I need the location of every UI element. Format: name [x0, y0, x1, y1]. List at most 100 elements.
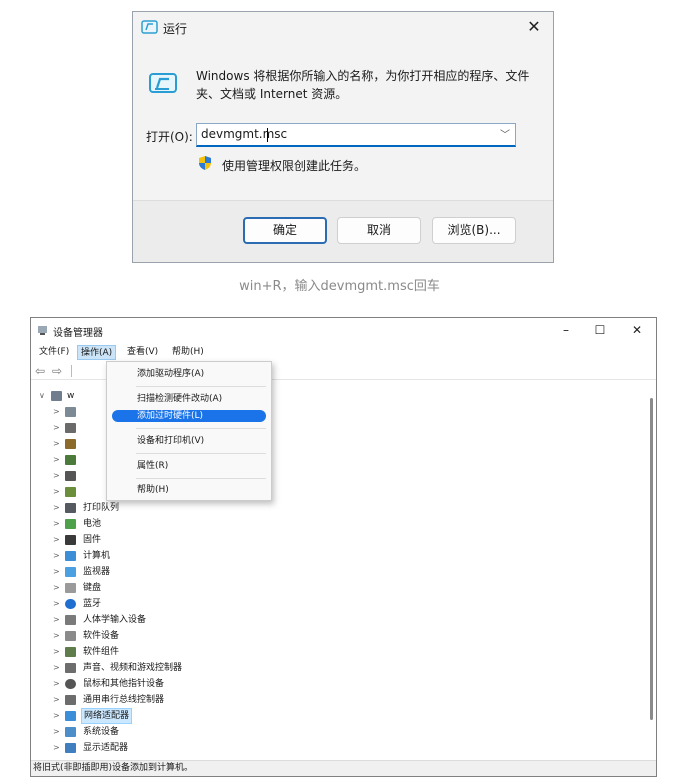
chevron-down-icon[interactable]: ∨ [39, 388, 45, 404]
chevron-right-icon[interactable]: > [53, 740, 60, 756]
maximize-icon[interactable]: ☐ [583, 320, 617, 340]
device-icon [65, 407, 76, 417]
tree-item-label: 蓝牙 [83, 599, 102, 609]
tree-item[interactable]: > 打印队列 [31, 500, 331, 516]
hid-icon [65, 615, 76, 625]
chevron-right-icon[interactable]: > [53, 612, 60, 628]
admin-note: 使用管理权限创建此任务。 [222, 159, 367, 173]
back-arrow-icon[interactable]: ⇦ [35, 364, 45, 378]
chevron-right-icon[interactable]: > [53, 580, 60, 596]
menu-separator [136, 453, 266, 454]
speaker-icon [65, 663, 76, 673]
menu-item-scan-hardware[interactable]: 扫描检测硬件改动(A) [112, 393, 266, 405]
tree-item-label: 计算机 [83, 551, 111, 561]
tree-item[interactable]: > 电池 [31, 516, 331, 532]
chevron-right-icon[interactable]: > [53, 708, 60, 724]
chevron-right-icon[interactable]: > [53, 724, 60, 740]
chevron-down-icon[interactable]: ﹀ [500, 126, 510, 141]
dm-title: 设备管理器 [53, 328, 103, 339]
run-title: 运行 [163, 22, 188, 36]
chevron-right-icon[interactable]: > [53, 468, 60, 484]
chevron-right-icon[interactable]: > [53, 644, 60, 660]
chevron-right-icon[interactable]: > [53, 452, 60, 468]
menu-action[interactable]: 操作(A) [77, 345, 117, 360]
minimize-icon[interactable]: – [549, 320, 583, 340]
forward-arrow-icon[interactable]: ⇨ [52, 364, 62, 378]
tree-item[interactable]: > 网络适配器 [31, 708, 331, 724]
menu-item-add-driver[interactable]: 添加驱动程序(A) [112, 368, 266, 380]
tree-root-label: w [67, 391, 75, 401]
computer-icon [51, 391, 62, 401]
chevron-right-icon[interactable]: > [53, 404, 60, 420]
device-icon [65, 423, 76, 433]
tree-item[interactable]: > 固件 [31, 532, 331, 548]
tree-item-label: 监视器 [83, 567, 111, 577]
menu-separator [136, 478, 266, 479]
close-icon[interactable]: ✕ [620, 320, 654, 340]
menu-separator [136, 428, 266, 429]
menu-help[interactable]: 帮助(H) [169, 345, 207, 360]
chevron-right-icon[interactable]: > [53, 692, 60, 708]
tree-item-label: 打印队列 [83, 503, 120, 513]
chevron-right-icon[interactable]: > [53, 420, 60, 436]
tree-item[interactable]: > 显示适配器 [31, 740, 331, 756]
chevron-right-icon[interactable]: > [53, 596, 60, 612]
ok-button[interactable]: 确定 [243, 217, 327, 244]
mouse-icon [65, 679, 76, 689]
chevron-right-icon[interactable]: > [53, 516, 60, 532]
menu-item-devices-printers[interactable]: 设备和打印机(V) [112, 435, 266, 447]
tree-item[interactable]: > 键盘 [31, 580, 331, 596]
menu-item-help[interactable]: 帮助(H) [112, 484, 266, 496]
tree-item[interactable]: > 声音、视频和游戏控制器 [31, 660, 331, 676]
computer-icon [65, 551, 76, 561]
tree-item[interactable]: > 计算机 [31, 548, 331, 564]
tree-item-label: 固件 [83, 535, 102, 545]
tree-item[interactable]: > 蓝牙 [31, 596, 331, 612]
menu-item-properties[interactable]: 属性(R) [112, 460, 266, 472]
keyboard-icon [65, 583, 76, 593]
tree-item[interactable]: > 监视器 [31, 564, 331, 580]
run-titlebar: 运行 ✕ [133, 12, 553, 44]
chevron-right-icon[interactable]: > [53, 676, 60, 692]
tree-item[interactable]: > 通用串行总线控制器 [31, 692, 331, 708]
menu-item-add-legacy-hardware[interactable]: 添加过时硬件(L) [112, 410, 266, 422]
open-input-value[interactable]: devmgmt.msc [201, 127, 287, 141]
caption: win+R，输入devmgmt.msc回车 [239, 279, 440, 294]
run-app-large-icon [149, 73, 177, 93]
browse-button[interactable]: 浏览(B)... [432, 217, 516, 244]
device-icon [65, 471, 76, 481]
chevron-right-icon[interactable]: > [53, 532, 60, 548]
menu-view[interactable]: 查看(V) [124, 345, 161, 360]
menu-bar: 文件(F) 操作(A) 查看(V) 帮助(H) [31, 343, 656, 361]
toolbar-separator [71, 365, 72, 377]
chevron-right-icon[interactable]: > [53, 564, 60, 580]
dm-titlebar: 设备管理器 – ☐ ✕ [31, 318, 656, 342]
open-combobox[interactable]: devmgmt.msc ﹀ [196, 123, 516, 147]
chevron-right-icon[interactable]: > [53, 436, 60, 452]
tree-item[interactable]: > 软件设备 [31, 628, 331, 644]
tree-item[interactable]: > 鼠标和其他指针设备 [31, 676, 331, 692]
chevron-right-icon[interactable]: > [53, 548, 60, 564]
chevron-right-icon[interactable]: > [53, 500, 60, 516]
tree-item-label: 电池 [83, 519, 102, 529]
tree-item[interactable]: > 软件组件 [31, 644, 331, 660]
firmware-icon [65, 535, 76, 545]
scrollbar[interactable] [650, 398, 653, 720]
menu-file[interactable]: 文件(F) [36, 345, 72, 360]
tree-item-label: 显示适配器 [83, 743, 129, 753]
shield-icon [199, 156, 211, 170]
device-icon [65, 439, 76, 449]
software-component-icon [65, 647, 76, 657]
tree-item[interactable]: > 系统设备 [31, 724, 331, 740]
run-app-icon [141, 20, 158, 34]
tree-item-label: 人体学输入设备 [83, 615, 147, 625]
tree-item-label: 声音、视频和游戏控制器 [83, 663, 183, 673]
run-dialog: 运行 ✕ Windows 将根据你所输入的名称，为你打开相应的程序、文件夹、文档… [132, 11, 554, 263]
chevron-right-icon[interactable]: > [53, 628, 60, 644]
chevron-right-icon[interactable]: > [53, 484, 60, 500]
device-manager-window: 设备管理器 – ☐ ✕ 文件(F) 操作(A) 查看(V) 帮助(H) ⇦ ⇨ … [30, 317, 657, 777]
tree-item[interactable]: > 人体学输入设备 [31, 612, 331, 628]
close-icon[interactable]: ✕ [523, 16, 545, 38]
cancel-button[interactable]: 取消 [337, 217, 421, 244]
chevron-right-icon[interactable]: > [53, 660, 60, 676]
